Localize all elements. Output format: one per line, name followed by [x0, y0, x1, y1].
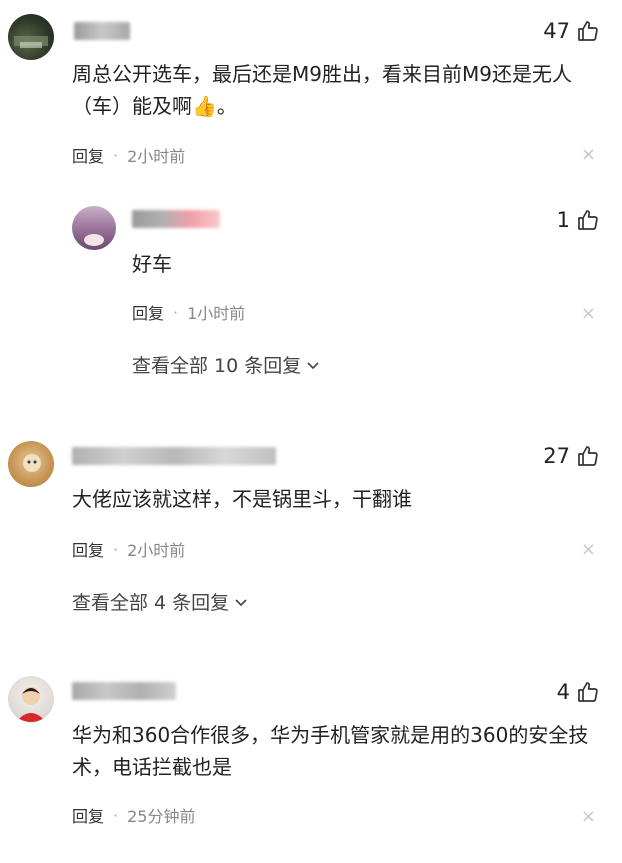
avatar[interactable]: [8, 14, 54, 60]
separator-dot: ·: [173, 302, 179, 322]
view-all-label: 查看全部 4 条回复: [72, 592, 230, 614]
separator-dot: ·: [113, 539, 119, 559]
like-count: 4: [556, 680, 570, 704]
close-icon[interactable]: ×: [581, 305, 596, 323]
comment-text: 大佬应该就这样，不是锅里斗，干翻谁: [72, 487, 412, 511]
reply-like-button[interactable]: 1: [557, 208, 600, 232]
comment-meta: 回复 · 25分钟前: [72, 803, 195, 827]
separator-dot: ·: [113, 805, 119, 825]
chevron-down-icon: [235, 598, 247, 606]
like-count: 47: [543, 19, 570, 43]
reply-button[interactable]: 回复: [72, 143, 104, 167]
close-icon[interactable]: ×: [581, 808, 596, 826]
thumbs-up-icon[interactable]: [576, 208, 600, 232]
view-all-replies-link[interactable]: 查看全部 10 条回复: [132, 351, 320, 378]
comment-text: 周总公开选车，最后还是M9胜出，看来目前M9还是无人（车）能及啊👍。: [72, 62, 572, 118]
thumbs-up-icon[interactable]: [576, 19, 600, 43]
reply-button[interactable]: 回复: [72, 803, 104, 827]
like-count: 1: [556, 208, 570, 232]
avatar-image: [14, 36, 48, 48]
timestamp: 2小时前: [127, 147, 186, 166]
comment-meta: 回复 · 2小时前: [72, 143, 185, 167]
like-button[interactable]: 27: [543, 444, 600, 468]
username-blurred[interactable]: [72, 682, 176, 700]
separator-dot: ·: [113, 145, 119, 165]
username-blurred[interactable]: [72, 447, 276, 465]
thumbs-up-icon[interactable]: [576, 680, 600, 704]
avatar-image: [23, 454, 41, 472]
chevron-down-icon: [307, 361, 319, 369]
like-count: 27: [543, 444, 570, 468]
view-all-label: 查看全部 10 条回复: [132, 355, 302, 377]
timestamp: 25分钟前: [127, 807, 196, 826]
comment-meta: 回复 · 2小时前: [72, 537, 185, 561]
comment-text: 华为和360合作很多，华为手机管家就是用的360的安全技术，电话拦截也是: [72, 723, 589, 779]
username-blurred[interactable]: [74, 22, 130, 40]
reply-button[interactable]: 回复: [132, 300, 164, 324]
reply-button[interactable]: 回复: [72, 537, 104, 561]
reply-username-blurred[interactable]: [132, 210, 220, 228]
reply-meta: 回复 · 1小时前: [132, 300, 245, 324]
like-button[interactable]: 4: [557, 680, 600, 704]
close-icon[interactable]: ×: [581, 146, 596, 164]
avatar[interactable]: [8, 441, 54, 487]
like-button[interactable]: 47: [543, 19, 600, 43]
close-icon[interactable]: ×: [581, 541, 596, 559]
view-all-replies-link[interactable]: 查看全部 4 条回复: [72, 588, 248, 615]
timestamp: 1小时前: [187, 304, 246, 323]
avatar[interactable]: [8, 676, 54, 722]
reply-text: 好车: [132, 252, 172, 276]
thumbs-up-icon[interactable]: [576, 444, 600, 468]
timestamp: 2小时前: [127, 541, 186, 560]
reply-avatar[interactable]: [72, 206, 116, 250]
avatar-image: [16, 687, 46, 722]
avatar-image: [84, 234, 104, 246]
